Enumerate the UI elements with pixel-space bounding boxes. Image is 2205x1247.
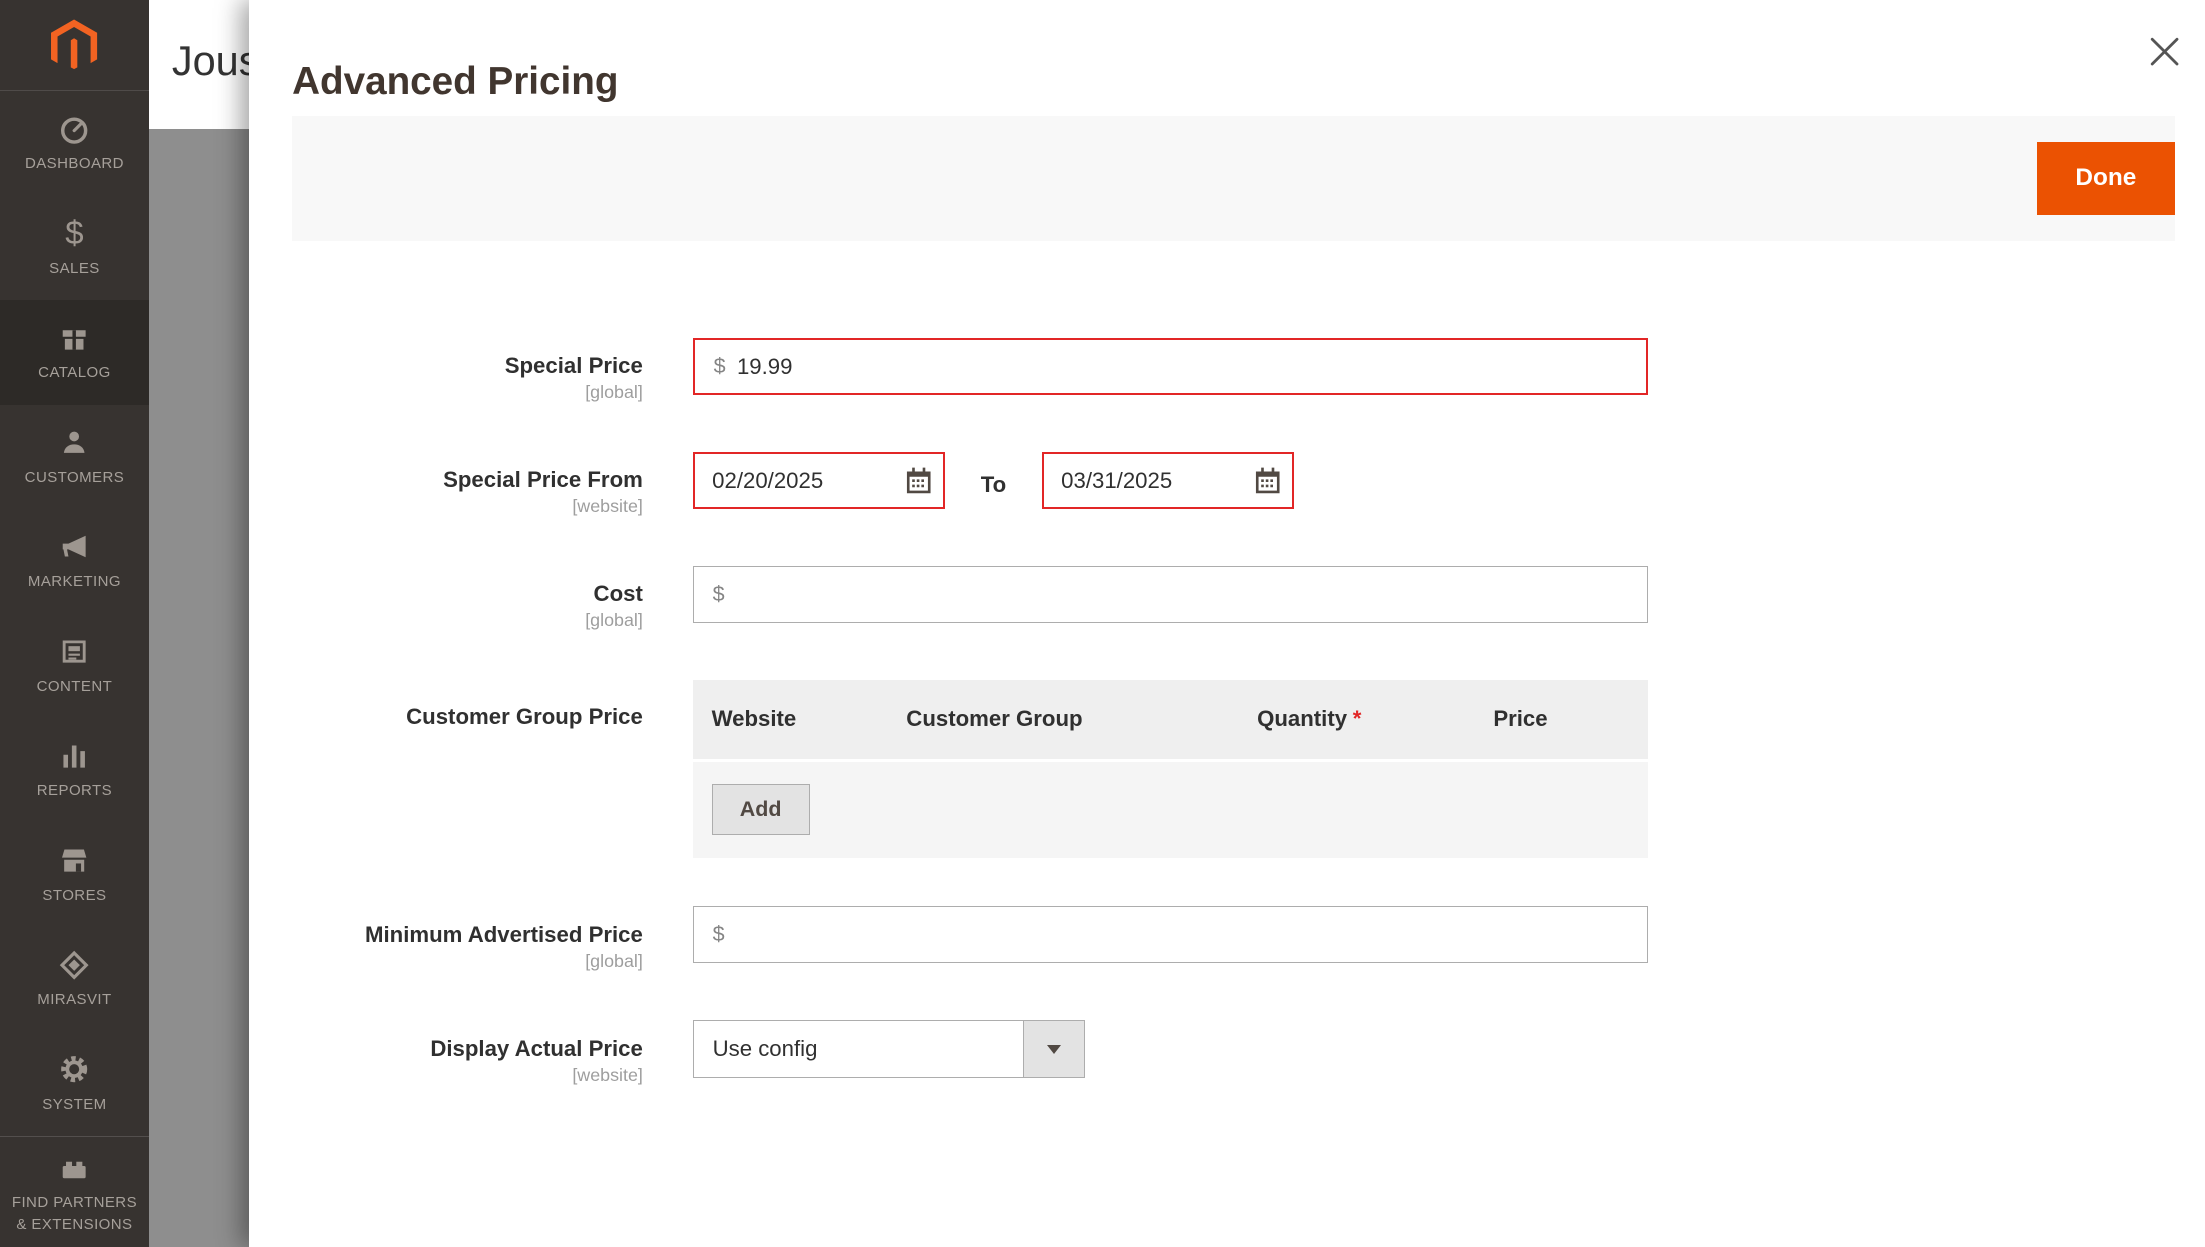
- sidebar-item-label: MARKETING: [28, 571, 121, 593]
- to-date-calendar-button[interactable]: [1243, 454, 1292, 507]
- done-button[interactable]: Done: [2037, 142, 2175, 215]
- sidebar-item-mirasvit[interactable]: MIRASVIT: [0, 927, 149, 1032]
- customer-group-price-label: Customer Group Price: [249, 680, 643, 730]
- table-header-row: Website Customer Group Quantity* Price: [693, 680, 1648, 759]
- sidebar-item-label: CUSTOMERS: [25, 467, 125, 489]
- customer-group-price-label-group: Customer Group Price: [249, 680, 643, 858]
- stores-icon: [57, 843, 91, 877]
- sales-icon: $: [65, 216, 83, 250]
- advanced-pricing-modal: Advanced Pricing Done Special Price [glo…: [249, 0, 2205, 1247]
- special-price-from-input[interactable]: [695, 453, 894, 509]
- sidebar-item-catalog[interactable]: CATALOG: [0, 300, 149, 405]
- sidebar-item-label: MIRASVIT: [37, 989, 111, 1011]
- sidebar-item-dashboard[interactable]: DASHBOARD: [0, 91, 149, 196]
- advanced-pricing-form: Special Price [global] $ Special Price F…: [249, 241, 2205, 1086]
- sidebar-item-reports[interactable]: REPORTS: [0, 718, 149, 823]
- content-icon: [57, 634, 91, 668]
- special-price-to-field: [1042, 452, 1294, 509]
- cost-field: $: [693, 566, 1648, 623]
- sidebar-item-label: STORES: [42, 885, 106, 907]
- magento-logo-icon: [44, 15, 104, 75]
- system-gear-icon: [57, 1052, 91, 1086]
- map-label: Minimum Advertised Price: [249, 906, 643, 948]
- modal-header: Advanced Pricing: [249, 0, 2205, 116]
- sidebar-item-stores[interactable]: STORES: [0, 823, 149, 928]
- map-scope: [global]: [249, 951, 643, 972]
- display-actual-price-select[interactable]: Use config: [693, 1020, 1085, 1077]
- display-actual-price-label-group: Display Actual Price [website]: [249, 1020, 643, 1085]
- sidebar-item-label: CONTENT: [37, 676, 113, 698]
- sidebar-item-marketing[interactable]: MARKETING: [0, 509, 149, 614]
- select-dropdown-button[interactable]: [1023, 1021, 1084, 1076]
- screen: DASHBOARD $ SALES CATALOG CUSTOMERS: [0, 0, 2205, 1247]
- sidebar-item-customers[interactable]: CUSTOMERS: [0, 405, 149, 510]
- map-input[interactable]: [732, 907, 1647, 962]
- special-price-label: Special Price: [249, 338, 643, 380]
- currency-symbol: $: [694, 922, 732, 947]
- currency-symbol: $: [695, 354, 733, 379]
- sidebar-item-label: CATALOG: [38, 362, 111, 384]
- currency-symbol: $: [694, 582, 732, 607]
- map-label-group: Minimum Advertised Price [global]: [249, 906, 643, 971]
- cost-label: Cost: [249, 566, 643, 608]
- cost-row: Cost [global] $: [249, 566, 2205, 631]
- sidebar-item-label: SALES: [49, 258, 100, 280]
- close-button[interactable]: [2142, 29, 2188, 75]
- special-price-from-field: [693, 452, 945, 509]
- partners-brick-icon: [57, 1151, 91, 1185]
- catalog-icon: [57, 321, 91, 355]
- dashboard-icon: [57, 112, 91, 146]
- customer-group-price-table: Website Customer Group Quantity* Price A…: [693, 680, 1648, 858]
- modal-title: Advanced Pricing: [292, 60, 618, 104]
- special-price-from-label: Special Price From: [249, 452, 643, 494]
- sidebar-item-content[interactable]: CONTENT: [0, 614, 149, 719]
- sidebar-item-label: SYSTEM: [42, 1094, 106, 1116]
- column-header-quantity: Quantity*: [1257, 706, 1493, 732]
- from-date-calendar-button[interactable]: [894, 454, 943, 507]
- mirasvit-icon: [57, 948, 91, 982]
- add-button[interactable]: Add: [712, 784, 810, 836]
- display-actual-price-label: Display Actual Price: [249, 1020, 643, 1062]
- required-asterisk: *: [1353, 706, 1362, 731]
- sidebar-item-label: FIND PARTNERS & EXTENSIONS: [12, 1192, 137, 1236]
- sidebar-item-label: DASHBOARD: [25, 153, 124, 175]
- magento-logo[interactable]: [0, 0, 149, 91]
- modal-actions-bar: Done: [292, 116, 2175, 241]
- selected-option: Use config: [694, 1021, 1023, 1076]
- calendar-icon: [903, 465, 934, 496]
- column-header-customer-group: Customer Group: [906, 706, 1257, 732]
- special-price-scope: [global]: [249, 382, 643, 403]
- cost-scope: [global]: [249, 610, 643, 631]
- column-header-price: Price: [1493, 706, 1648, 732]
- map-field: $: [693, 906, 1648, 963]
- calendar-icon: [1252, 465, 1283, 496]
- display-actual-price-scope: [website]: [249, 1065, 643, 1086]
- customer-group-price-row: Customer Group Price Website Customer Gr…: [249, 680, 2205, 858]
- table-body-row: Add: [693, 762, 1648, 858]
- close-icon: [2146, 33, 2183, 70]
- special-price-to-input[interactable]: [1044, 453, 1243, 509]
- reports-icon: [57, 739, 91, 773]
- special-price-label-group: Special Price [global]: [249, 338, 643, 403]
- to-label: To: [981, 472, 1006, 498]
- column-header-website: Website: [712, 706, 907, 732]
- marketing-icon: [57, 530, 91, 564]
- sidebar-item-find-partners[interactable]: FIND PARTNERS & EXTENSIONS: [0, 1136, 149, 1247]
- special-price-dates-row: Special Price From [website]: [249, 452, 2205, 517]
- chevron-down-icon: [1047, 1045, 1061, 1061]
- special-price-field: $: [693, 338, 1648, 395]
- minimum-advertised-price-row: Minimum Advertised Price [global] $: [249, 906, 2205, 971]
- customers-icon: [57, 425, 91, 459]
- cost-input[interactable]: [732, 567, 1647, 622]
- sidebar-item-system[interactable]: SYSTEM: [0, 1032, 149, 1137]
- sidebar-item-label: REPORTS: [37, 780, 112, 802]
- admin-sidebar: DASHBOARD $ SALES CATALOG CUSTOMERS: [0, 0, 149, 1247]
- special-price-from-label-group: Special Price From [website]: [249, 452, 643, 517]
- sidebar-item-sales[interactable]: $ SALES: [0, 196, 149, 301]
- display-actual-price-row: Display Actual Price [website] Use confi…: [249, 1020, 2205, 1085]
- special-price-row: Special Price [global] $: [249, 338, 2205, 403]
- special-price-input[interactable]: [733, 340, 1646, 393]
- special-price-from-scope: [website]: [249, 496, 643, 517]
- cost-label-group: Cost [global]: [249, 566, 643, 631]
